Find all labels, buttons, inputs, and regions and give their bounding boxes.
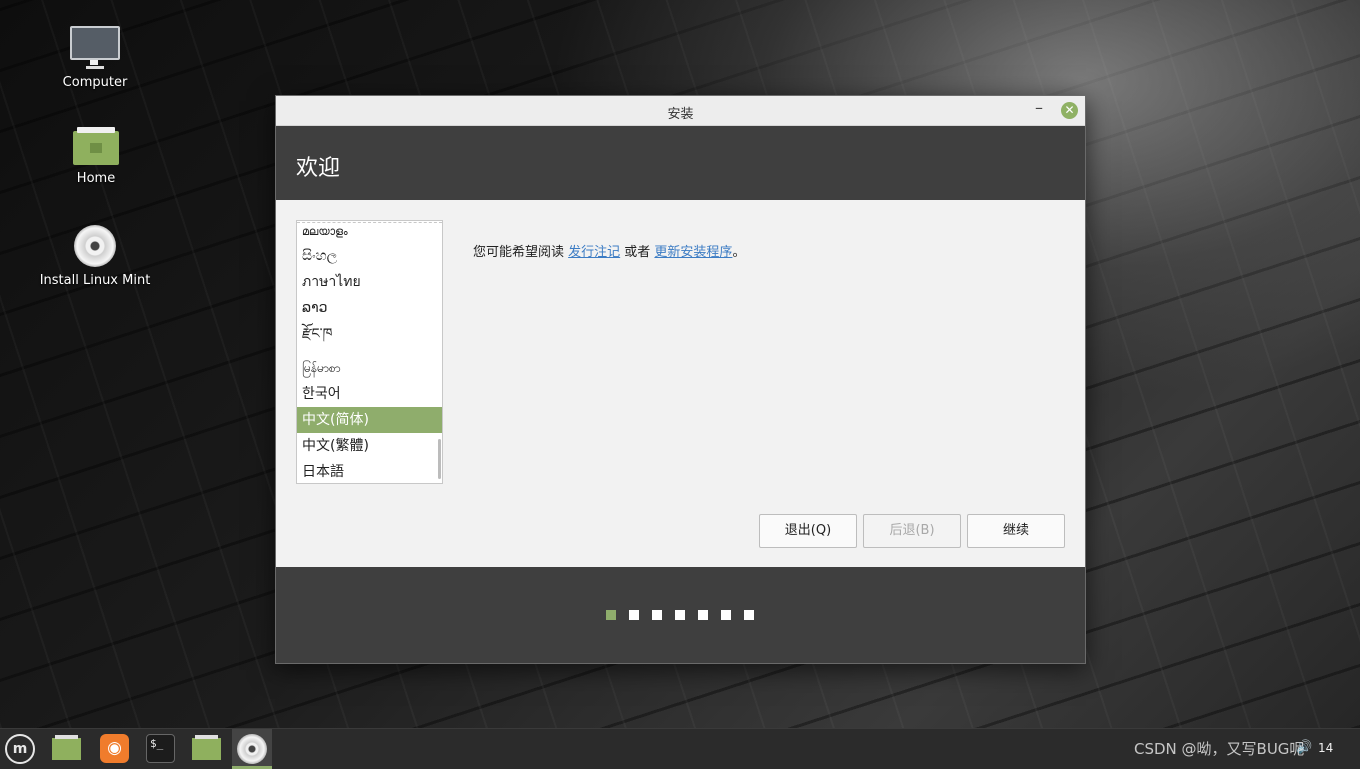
minimize-button[interactable]: – <box>1031 98 1047 122</box>
language-item[interactable]: 日本語 <box>297 459 442 483</box>
language-list[interactable]: മലയാളം සිංහල ภาษาไทย ລາວ རྫོང་ཁ မြန်မာစာ… <box>296 220 443 484</box>
language-item[interactable]: മലയാളം <box>297 223 442 243</box>
desktop-icon-label: Computer <box>62 75 128 90</box>
terminal-icon: $_ <box>146 734 175 763</box>
back-button[interactable]: 后退(B) <box>863 514 961 548</box>
release-notes-link[interactable]: 发行注记 <box>568 245 620 260</box>
page-header: 欢迎 <box>276 126 1085 200</box>
language-item[interactable]: ລາວ <box>297 295 442 321</box>
step-dot <box>652 610 662 620</box>
menu-button[interactable]: m <box>0 729 40 769</box>
files-icon <box>192 735 221 760</box>
step-dot <box>721 610 731 620</box>
update-installer-link[interactable]: 更新安装程序 <box>654 245 732 260</box>
desktop-icon-label: Home <box>76 171 116 186</box>
installer-disc-icon <box>237 734 267 764</box>
disc-icon <box>74 225 116 267</box>
quit-button[interactable]: 退出(Q) <box>759 514 857 548</box>
taskbar-files[interactable] <box>46 729 86 769</box>
taskbar-terminal[interactable]: $_ <box>140 729 180 769</box>
window-titlebar[interactable]: 安装 – ✕ <box>276 96 1085 126</box>
taskbar-installer[interactable] <box>232 729 272 769</box>
language-item[interactable]: ภาษาไทย <box>297 269 442 295</box>
desktop-icon-label: Install Linux Mint <box>39 273 151 288</box>
info-prefix: 您可能希望阅读 <box>473 245 569 260</box>
desktop-icon-install-linux-mint[interactable]: Install Linux Mint <box>30 225 160 288</box>
continue-button[interactable]: 继续 <box>967 514 1065 548</box>
language-item[interactable]: မြန်မာစာ <box>297 347 442 381</box>
language-item-selected[interactable]: 中文(简体) <box>297 407 442 433</box>
folder-home-icon <box>73 127 119 165</box>
desktop-icon-computer[interactable]: Computer <box>30 26 160 90</box>
step-dot <box>744 610 754 620</box>
firefox-icon: ◉ <box>100 734 129 763</box>
step-dot <box>675 610 685 620</box>
info-suffix: 。 <box>732 245 746 260</box>
files-icon <box>52 735 81 760</box>
language-item[interactable]: සිංහල <box>297 243 442 269</box>
window-title: 安装 <box>667 107 694 122</box>
info-middle: 或者 <box>620 245 655 260</box>
taskbar-files-2[interactable] <box>186 729 226 769</box>
taskbar-firefox[interactable]: ◉ <box>94 729 134 769</box>
step-dot <box>698 610 708 620</box>
desktop-icon-home[interactable]: Home <box>31 127 161 186</box>
step-dot <box>606 610 616 620</box>
watermark-text: CSDN @呦，又写BUG呢 <box>1134 740 1305 758</box>
language-item[interactable]: རྫོང་ཁ <box>297 321 442 347</box>
language-item[interactable]: 中文(繁體) <box>297 433 442 459</box>
page-title: 欢迎 <box>296 156 341 181</box>
release-notes-text: 您可能希望阅读 发行注记 或者 更新安装程序。 <box>473 241 745 260</box>
menu-icon: m <box>5 734 35 764</box>
close-button[interactable]: ✕ <box>1061 102 1078 119</box>
language-item[interactable]: 한국어 <box>297 381 442 407</box>
computer-icon <box>30 26 160 69</box>
clock[interactable]: 14 <box>1318 741 1333 755</box>
progress-footer <box>276 567 1085 663</box>
installer-window: 安装 – ✕ 欢迎 മലയാളം සිංහල ภาษาไทย ລາວ རྫོང་… <box>275 95 1086 664</box>
step-dot <box>629 610 639 620</box>
list-scrollbar[interactable] <box>438 439 441 479</box>
